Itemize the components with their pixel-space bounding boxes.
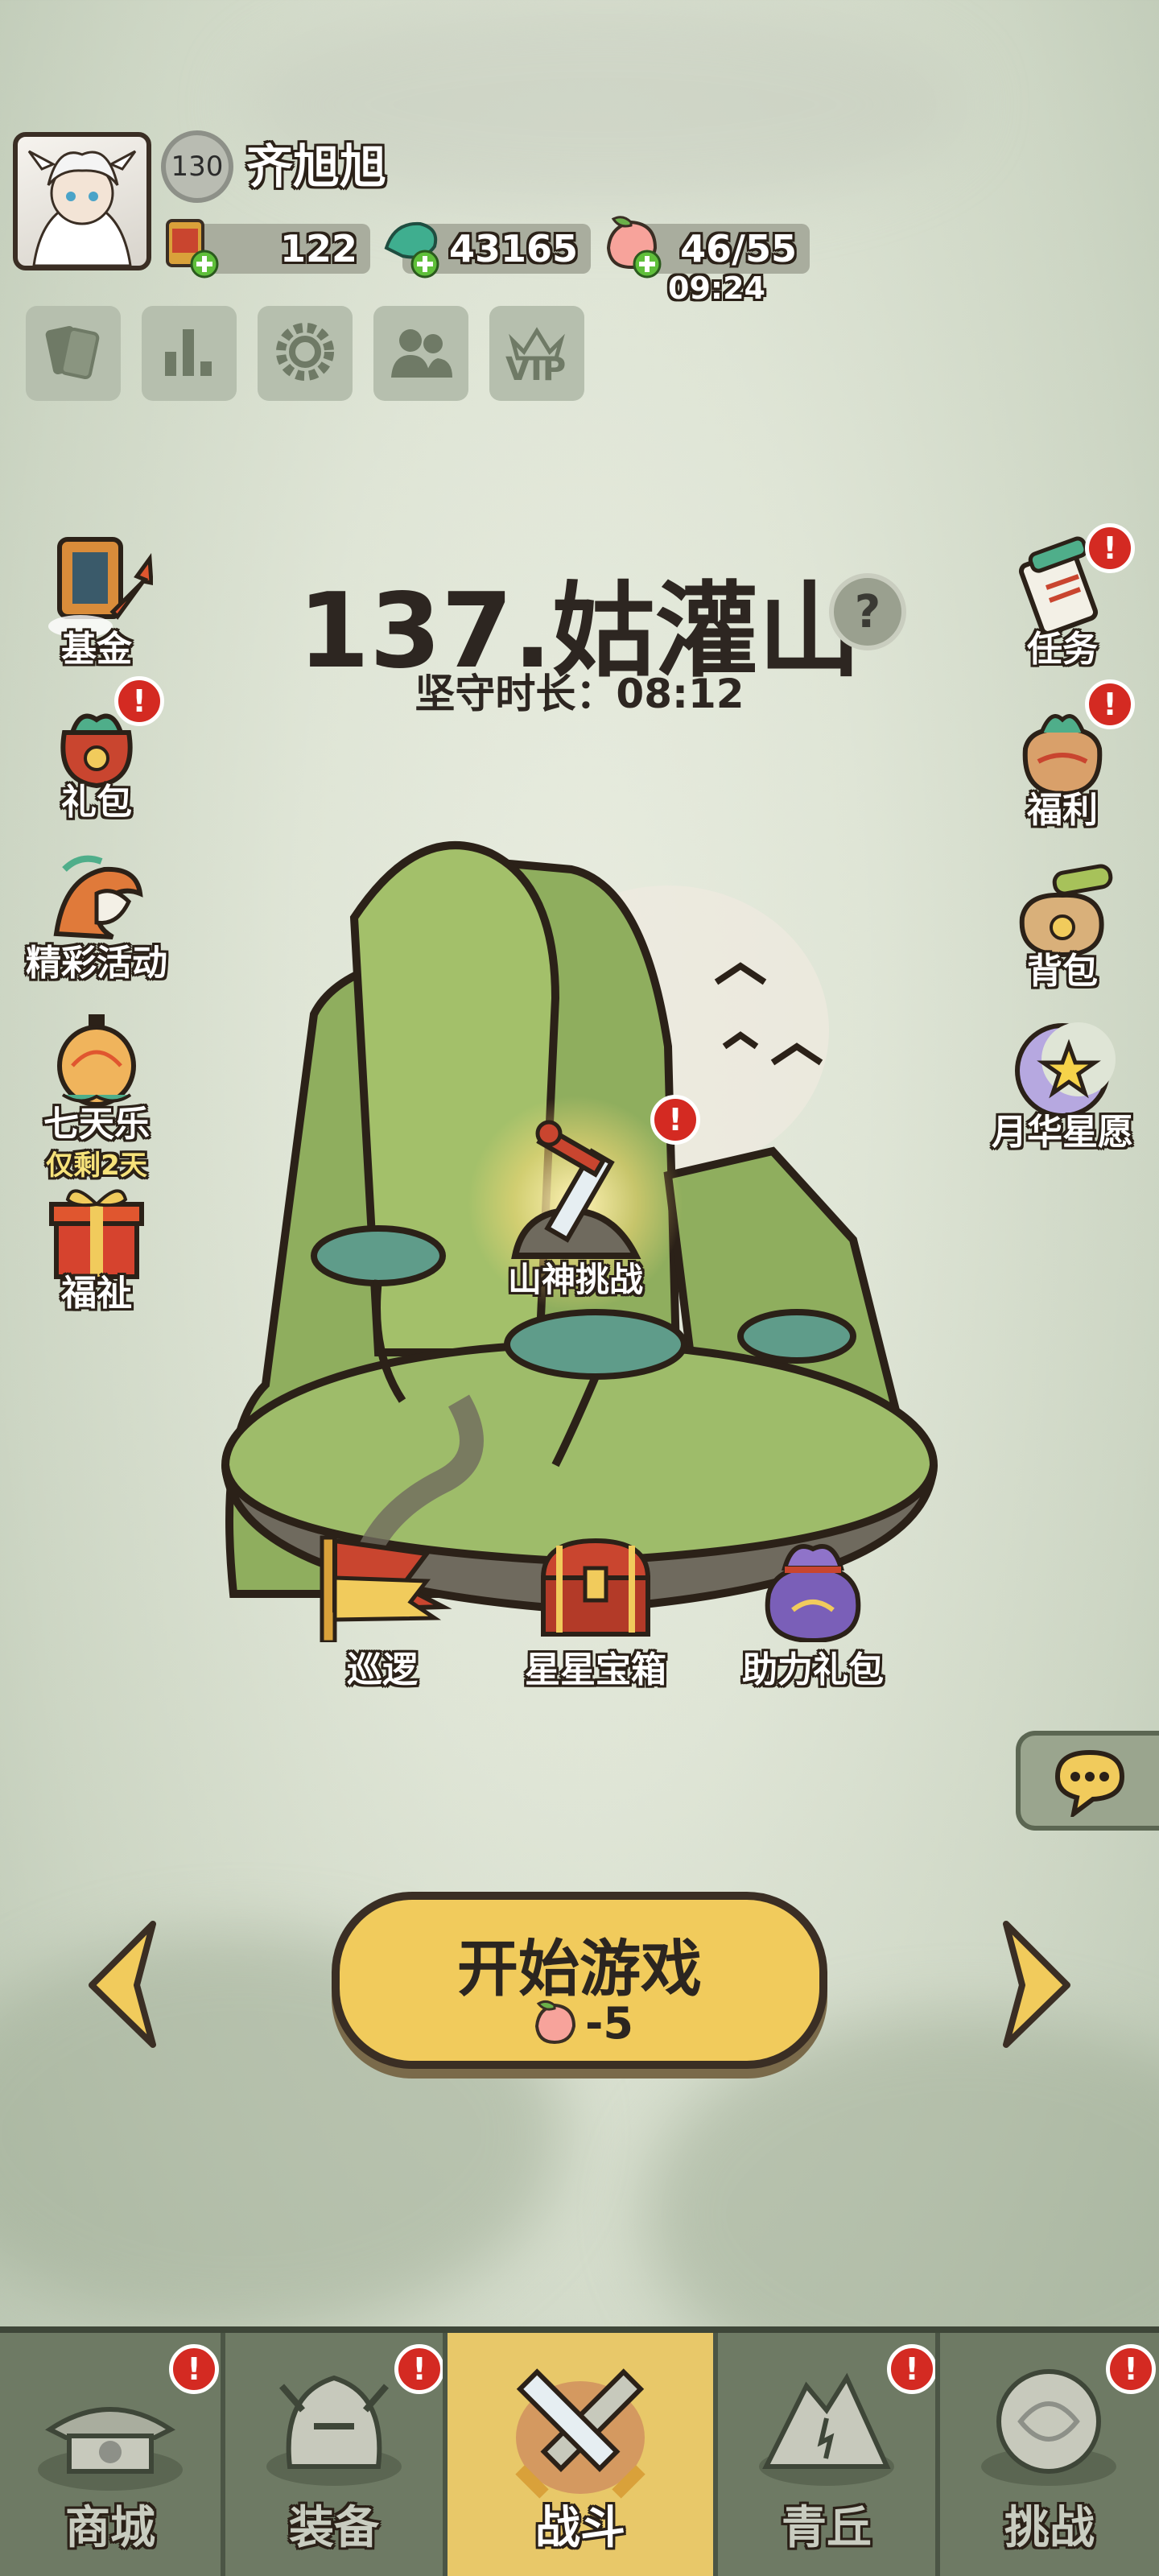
side-item-label: 七天乐 (43, 1104, 150, 1145)
vip-label: VIP (505, 351, 567, 388)
jade-plus-icon[interactable] (378, 211, 443, 279)
shop-alert-badge: ! (169, 2344, 219, 2394)
friends-icon (385, 320, 457, 387)
gear-icon (271, 318, 339, 389)
equipment-alert-badge: ! (394, 2344, 444, 2394)
chat-button[interactable] (1016, 1731, 1159, 1831)
helmet-icon (266, 2375, 402, 2486)
tab-equipment[interactable]: ! 装备 (225, 2333, 444, 2576)
tab-qingqiu[interactable]: ! 青丘 (718, 2333, 937, 2576)
side-item-label: 月华星愿 (992, 1112, 1133, 1153)
side-item-label: 礼包 (61, 782, 132, 823)
tab-label: 装备 (289, 2502, 379, 2554)
scroll-plus-icon[interactable] (156, 211, 221, 279)
side-item-backpack[interactable]: 背包 (982, 853, 1143, 993)
start-cost-value: -5 (585, 1997, 633, 2049)
prev-stage-button[interactable] (80, 1916, 169, 2053)
next-stage-button[interactable] (990, 1916, 1079, 2053)
side-item-tasks[interactable]: ! 任务 (982, 523, 1143, 671)
side-item-label: 精彩活动 (26, 943, 167, 984)
cards-button[interactable] (26, 306, 121, 401)
tab-label: 挑战 (1004, 2502, 1095, 2554)
arrow-right-icon (1003, 1921, 1070, 2048)
peach-plus-icon[interactable] (599, 211, 663, 279)
bottom-nav: ! 商城 ! 装备 战斗 ! 青丘 ! 挑战 (0, 2326, 1159, 2576)
cards-icon (41, 320, 105, 387)
tab-label: 商城 (65, 2502, 155, 2554)
tasks-alert-badge: ! (1085, 523, 1135, 573)
shop-building-icon (38, 2407, 183, 2491)
side-item-blessing[interactable]: 福祉 (16, 1175, 177, 1315)
side-item-seven-day[interactable]: 七天乐 仅剩2天 (16, 1006, 177, 1183)
friends-button[interactable] (373, 306, 468, 401)
player-name: 齐旭旭 (246, 139, 387, 194)
star-chest-button[interactable]: 星星宝箱 (507, 1530, 684, 1692)
challenge-orb-icon (981, 2369, 1116, 2486)
support-pack-label: 助力礼包 (742, 1649, 884, 1690)
arrow-left-icon (89, 1921, 156, 2048)
start-game-button[interactable]: 开始游戏 -5 (332, 1892, 827, 2069)
challenge-tab-alert-badge: ! (1106, 2344, 1156, 2394)
tab-label: 战斗 (535, 2502, 625, 2554)
qingqiu-alert-badge: ! (887, 2344, 937, 2394)
scroll-count: 122 (279, 227, 357, 270)
stamina-timer: 09:24 (668, 270, 765, 306)
crossed-swords-icon (515, 2368, 645, 2499)
side-item-events[interactable]: 精彩活动 (16, 845, 177, 985)
tab-challenge[interactable]: ! 挑战 (940, 2333, 1159, 2576)
chest-icon (540, 1538, 651, 1637)
mountain-icon (759, 2372, 894, 2486)
peach-icon (534, 2000, 576, 2045)
tab-battle[interactable]: 战斗 (448, 2333, 713, 2576)
jade-count: 43165 (448, 227, 578, 270)
tab-label: 青丘 (782, 2502, 872, 2554)
stamina-count: 46/55 (680, 227, 797, 270)
bar-chart-icon (157, 320, 221, 387)
ranking-button[interactable] (142, 306, 237, 401)
side-item-label: 福利 (1027, 790, 1098, 831)
side-item-fund[interactable]: 基金 (16, 531, 177, 671)
gift-pack-alert-badge: ! (114, 676, 164, 726)
side-item-label: 基金 (61, 629, 132, 670)
side-item-label: 福祉 (61, 1273, 132, 1314)
stage-help-button[interactable]: ? (829, 573, 906, 650)
side-item-moon-wish[interactable]: 月华星愿 (982, 1014, 1143, 1154)
side-item-label: 任务 (1027, 629, 1098, 670)
star-chest-label: 星星宝箱 (525, 1649, 666, 1690)
tab-shop[interactable]: ! 商城 (0, 2333, 221, 2576)
settings-button[interactable] (258, 306, 353, 401)
challenge-alert-badge: ! (650, 1095, 700, 1145)
player-level: 130 (171, 151, 224, 183)
player-avatar[interactable] (13, 132, 151, 270)
mountain-god-challenge[interactable]: ! 山神挑战 (467, 1095, 700, 1312)
side-item-gift-pack[interactable]: ! 礼包 (16, 676, 177, 824)
patrol-button[interactable]: 巡逻 (306, 1530, 459, 1692)
welfare-alert-badge: ! (1085, 679, 1135, 729)
side-item-label: 背包 (1027, 951, 1098, 992)
vip-button[interactable]: VIP (489, 306, 584, 401)
help-icon: ? (854, 585, 881, 638)
start-cost: -5 (525, 1995, 637, 2051)
flag-icon (320, 1535, 452, 1645)
support-pack-button[interactable]: 助力礼包 (724, 1530, 901, 1692)
player-level-badge: 130 (161, 130, 233, 203)
patrol-label: 巡逻 (347, 1649, 418, 1690)
challenge-label: 山神挑战 (507, 1260, 643, 1299)
chat-bubble-icon (1054, 1749, 1125, 1817)
side-item-welfare[interactable]: ! 福利 (982, 679, 1143, 832)
purple-bag-icon (765, 1544, 861, 1644)
